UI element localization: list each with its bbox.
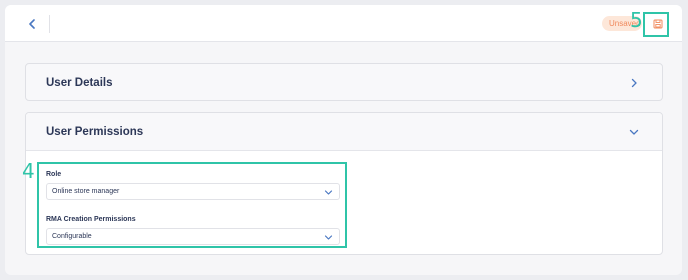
header-divider: [49, 15, 50, 33]
chevron-down-icon: [629, 129, 639, 135]
user-details-card: User Details: [25, 63, 663, 101]
back-button[interactable]: [25, 17, 39, 31]
fields-annotation-number: 4: [22, 159, 35, 183]
chevron-right-icon: [631, 78, 637, 88]
save-annotation-box: [643, 12, 669, 37]
chevron-left-icon: [29, 19, 35, 29]
user-permissions-title: User Permissions: [46, 125, 144, 138]
user-permissions-header[interactable]: User Permissions: [26, 113, 662, 151]
top-bar: Unsaved: [5, 5, 682, 42]
fields-annotation-box: [37, 162, 347, 248]
user-details-header[interactable]: User Details: [26, 64, 662, 102]
user-details-title: User Details: [46, 77, 113, 89]
save-annotation-number: 5: [630, 8, 643, 32]
